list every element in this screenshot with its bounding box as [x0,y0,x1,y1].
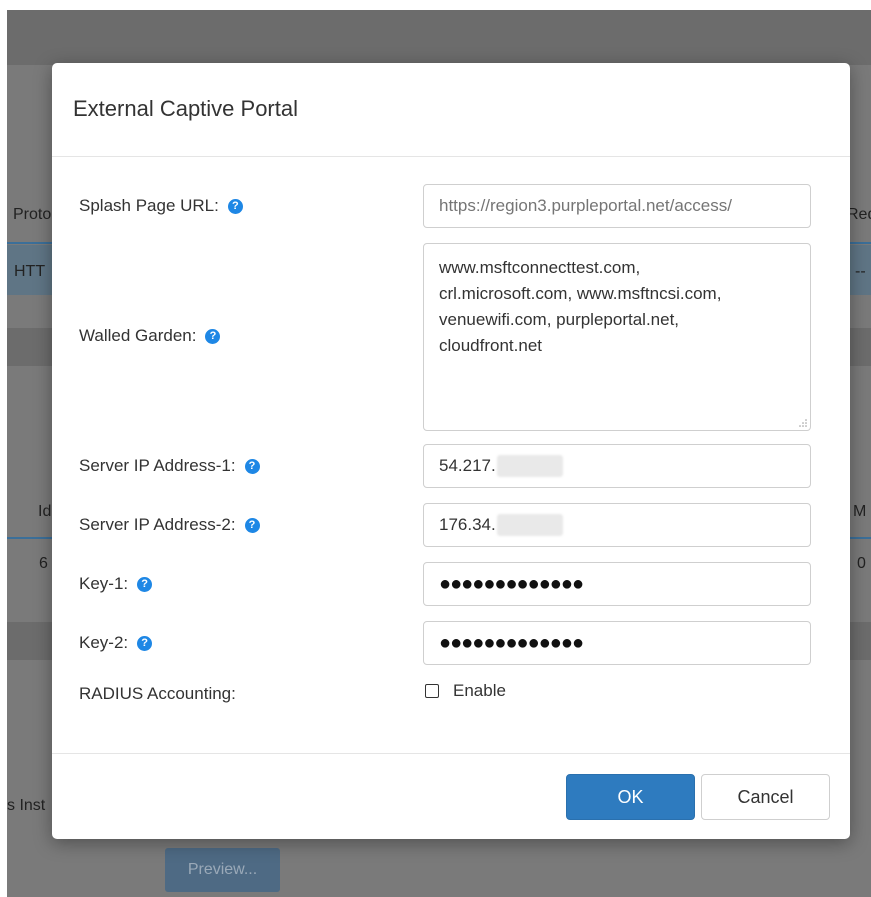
splash-url-input[interactable] [423,184,811,228]
splash-url-label-row: Splash Page URL: ? [79,196,243,216]
walled-garden-line: crl.microsoft.com, www.msftncsi.com, [439,284,722,303]
walled-garden-line: venuewifi.com, purpleportal.net, [439,310,680,329]
enable-label[interactable]: Enable [453,681,506,701]
bg-row-id: 6 [39,555,48,572]
dialog-header: External Captive Portal [52,63,850,157]
radius-accounting-label: RADIUS Accounting: [79,684,236,703]
walled-garden-line: www.msftconnecttest.com, [439,258,641,277]
walled-garden-textarea[interactable]: www.msftconnecttest.com, crl.microsoft.c… [423,243,811,431]
redacted-blur [496,514,563,536]
help-icon[interactable]: ? [205,328,221,344]
resize-grip-icon[interactable] [799,419,807,427]
dialog-title: External Captive Portal [73,96,298,121]
key-2-label-row: Key-2: ? [79,633,153,653]
walled-garden-label-row: Walled Garden: ? [79,326,221,346]
bg-row-dash: -- [855,263,866,280]
bg-preview-button: Preview... [165,848,280,892]
server-ip-1-label-row: Server IP Address-1: ? [79,456,260,476]
key-2-label: Key-2: [79,633,129,652]
key-1-label: Key-1: [79,574,129,593]
walled-garden-label: Walled Garden: [79,326,197,345]
server-ip-1-input[interactable]: 54.217. [423,444,811,488]
bg-preview-label: Preview... [187,861,258,878]
ok-button[interactable]: OK [566,774,695,820]
bg-top-band [7,10,871,65]
walled-garden-line: cloudfront.net [439,336,543,355]
bg-row-m: 0 [857,555,866,572]
help-icon[interactable]: ? [244,517,260,533]
bg-col-red: Red [847,206,871,223]
radius-accounting-label-row: RADIUS Accounting: [79,684,236,704]
help-icon[interactable]: ? [137,576,153,592]
cancel-button-label: Cancel [737,786,794,807]
key-1-label-row: Key-1: ? [79,574,153,594]
key-1-password-input[interactable]: ●●●●●●●●●●●●● [423,562,811,606]
help-icon[interactable]: ? [227,198,243,214]
server-ip-1-label: Server IP Address-1: [79,456,236,475]
bg-col-m: M [853,503,867,520]
server-ip-2-value: 176.34. [439,515,496,534]
redacted-blur [496,455,563,477]
enable-checkbox[interactable] [425,684,439,698]
ok-button-label: OK [617,786,644,807]
bg-col-id: Id [38,503,52,520]
captive-portal-dialog: External Captive Portal Splash Page URL:… [52,63,850,839]
bg-col-protocol: Proto [13,206,52,223]
help-icon[interactable]: ? [137,635,153,651]
key-1-value: ●●●●●●●●●●●●● [439,572,584,595]
server-ip-1-value: 54.217. [439,456,496,475]
key-2-value: ●●●●●●●●●●●●● [439,631,584,654]
server-ip-2-label: Server IP Address-2: [79,515,236,534]
server-ip-2-input[interactable]: 176.34. [423,503,811,547]
cancel-button[interactable]: Cancel [701,774,830,820]
server-ip-2-label-row: Server IP Address-2: ? [79,515,260,535]
splash-url-label: Splash Page URL: [79,196,219,215]
key-2-password-input[interactable]: ●●●●●●●●●●●●● [423,621,811,665]
bg-row-protocol: HTT [14,263,46,280]
bg-side-text: s Inst [7,797,46,814]
help-icon[interactable]: ? [244,458,260,474]
